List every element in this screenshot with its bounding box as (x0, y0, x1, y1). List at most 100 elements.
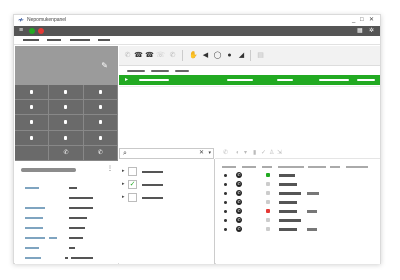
row-bullet (224, 210, 227, 213)
keypad-key[interactable] (15, 85, 50, 101)
checkbox-checked[interactable]: ✓ (128, 180, 137, 189)
search-dropdown-icon[interactable]: ▾ (208, 149, 211, 158)
maximize-button[interactable]: □ (360, 16, 364, 24)
row-bullet (224, 201, 227, 204)
menu-item-3[interactable] (70, 39, 90, 41)
phone-icon[interactable]: ✆ (236, 199, 242, 205)
speaker-icon[interactable]: ◀ (201, 51, 210, 60)
phone-icon[interactable]: ✆ (236, 181, 242, 187)
checkbox[interactable] (128, 167, 137, 176)
phone-icon[interactable]: ✆ (236, 217, 242, 223)
keypad-key[interactable] (15, 115, 50, 131)
settings-icon[interactable]: ✲ (369, 28, 375, 34)
dial-icon[interactable]: ✆ (123, 51, 132, 60)
favorite-item[interactable]: ▸ ✓ (122, 180, 212, 190)
dial-display[interactable]: ✎ (15, 46, 118, 85)
keypad-key[interactable] (83, 115, 118, 131)
journal-row[interactable]: ✆ (216, 199, 380, 207)
key-glyph (98, 135, 102, 140)
keypad-key[interactable] (49, 85, 84, 101)
menu-item-1[interactable] (23, 39, 39, 41)
menu-item-4[interactable] (98, 39, 110, 41)
expand-icon[interactable]: ▸ (122, 194, 125, 201)
journal-row[interactable]: ✆ (216, 190, 380, 198)
status-available-icon[interactable] (29, 28, 35, 34)
conference-icon[interactable]: ☏ (156, 51, 165, 60)
clear-icon[interactable]: ✕ (199, 149, 204, 158)
journal-dropdown-icon[interactable]: ▾ (244, 149, 247, 158)
journal-export-icon[interactable]: ⇲ (277, 149, 282, 158)
journal-col-header[interactable] (346, 166, 368, 168)
expand-icon[interactable]: ▸ (122, 168, 125, 175)
hangup-icon[interactable]: ☎ (134, 51, 143, 60)
checkbox[interactable] (128, 193, 137, 202)
phone-icon[interactable]: ✆ (236, 226, 242, 232)
call-number (227, 79, 253, 81)
toolbar-divider (182, 50, 183, 61)
key-glyph (30, 105, 34, 110)
journal-row[interactable]: ✆ (216, 217, 380, 225)
journal-delete-icon[interactable]: ▮ (253, 149, 256, 158)
forward-icon[interactable]: ✆ (168, 51, 177, 60)
title-bar: ≁ Nepomukenpanel _ □ ✕ (14, 15, 380, 26)
journal-name (279, 174, 295, 177)
keypad-key[interactable] (15, 130, 50, 146)
close-button[interactable]: ✕ (369, 16, 374, 24)
more-icon[interactable]: ⋮ (107, 165, 113, 172)
search-bar[interactable]: ⌕ ✕ ▾ (119, 148, 214, 159)
keypad-call-key[interactable]: ✆ (49, 145, 84, 161)
keypad-key[interactable] (15, 100, 50, 116)
favorite-item[interactable]: ▸ (122, 193, 212, 203)
hand-icon[interactable]: ✋ (189, 51, 198, 60)
status-indicator (266, 173, 270, 177)
journal-col-header[interactable] (308, 166, 326, 168)
favorite-item[interactable]: ▸ (122, 167, 212, 177)
edit-number-icon[interactable]: ✎ (101, 61, 108, 70)
journal-edit-icon[interactable]: ✓ (261, 149, 266, 158)
keypad-key[interactable] (49, 115, 84, 131)
journal-call-icon[interactable]: ✆ (223, 149, 228, 158)
journal-row[interactable]: ✆ (216, 226, 380, 234)
clipboard-icon[interactable]: ▤ (256, 51, 265, 60)
keypad-key[interactable] (83, 85, 118, 101)
menu-item-2[interactable] (47, 39, 61, 41)
expand-icon[interactable]: ▸ (122, 181, 125, 188)
keypad-hangup-key[interactable]: ✆ (83, 145, 118, 161)
status-indicator (266, 200, 270, 204)
phone-icon[interactable]: ✆ (236, 172, 242, 178)
journal-col-header[interactable] (242, 166, 256, 168)
status-indicator (266, 227, 270, 231)
layout-icon[interactable]: ▦ (357, 28, 363, 34)
journal-user-icon[interactable]: ♙ (269, 149, 274, 158)
journal-filter-icon[interactable]: ◐ (236, 149, 240, 158)
call-party (139, 79, 169, 81)
phone-icon[interactable]: ✆ (236, 208, 242, 214)
keypad-key[interactable] (83, 100, 118, 116)
journal-row[interactable]: ✆ (216, 172, 380, 180)
menu-icon[interactable]: ≡ (19, 27, 25, 34)
mute-icon[interactable]: ● (225, 51, 234, 60)
journal-col-header[interactable] (222, 166, 236, 168)
journal-row[interactable]: ✆ (216, 181, 380, 189)
favorite-label (142, 197, 163, 199)
keypad-key[interactable] (83, 130, 118, 146)
headset-icon[interactable]: ◯ (213, 51, 222, 60)
status-dnd-icon[interactable] (38, 28, 44, 34)
record-icon[interactable]: ◢ (237, 51, 246, 60)
transfer-icon[interactable]: ☎ (145, 51, 154, 60)
keypad-key[interactable] (49, 100, 84, 116)
status-indicator (266, 191, 270, 195)
line-tab[interactable] (151, 70, 169, 72)
journal-col-header[interactable] (330, 166, 340, 168)
journal-col-header[interactable] (262, 166, 272, 168)
key-glyph (30, 90, 34, 95)
line-tab[interactable] (127, 70, 145, 72)
active-call-row[interactable]: ▸ (119, 75, 380, 85)
journal-row[interactable]: ✆ (216, 208, 380, 216)
phone-icon[interactable]: ✆ (236, 190, 242, 196)
keypad-key[interactable] (49, 130, 84, 146)
minimize-button[interactable]: _ (352, 16, 355, 24)
row-bullet (224, 228, 227, 231)
line-tab[interactable] (175, 70, 189, 72)
journal-col-header[interactable] (278, 166, 304, 168)
